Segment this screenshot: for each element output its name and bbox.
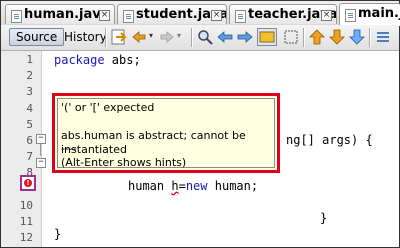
fold-line — [40, 144, 41, 156]
previous-bookmark-icon[interactable] — [309, 29, 325, 45]
java-file-icon — [123, 10, 134, 23]
next-bookmark-icon[interactable] — [329, 29, 345, 45]
line-number: 6 — [26, 134, 33, 147]
tab-human-java[interactable]: human.java × — [5, 4, 115, 24]
line-number: 5 — [26, 118, 33, 131]
close-icon[interactable]: × — [321, 10, 332, 21]
java-file-icon — [235, 10, 246, 23]
java-file-icon — [11, 10, 22, 23]
code-line-9[interactable]: human h=new human; — [128, 179, 258, 193]
close-icon[interactable]: × — [211, 10, 222, 21]
toolbar-separator — [105, 28, 106, 47]
tooltip-line-3: ---- — [61, 142, 77, 155]
line-number: 7 — [26, 150, 33, 163]
line-number: 12 — [19, 231, 33, 244]
find-previous-icon[interactable] — [217, 29, 233, 45]
tab-bar: human.java × student.java × teacher.java… — [1, 1, 400, 26]
shift-left-icon[interactable] — [375, 29, 391, 45]
tooltip-line-4: (Alt-Enter shows hints) — [61, 156, 187, 169]
tab-main-java[interactable]: main.java — [339, 3, 400, 26]
find-icon[interactable] — [197, 29, 213, 45]
toolbar-separator — [191, 28, 192, 47]
tooltip-line-1: '(' or '[' expected — [61, 101, 155, 114]
tab-teacher-java[interactable]: teacher.java × — [229, 4, 337, 24]
line-number: 11 — [19, 215, 33, 228]
find-next-icon[interactable] — [237, 29, 253, 45]
back-icon[interactable] — [131, 29, 147, 45]
toggle-rectangular-selection-icon[interactable] — [283, 29, 299, 45]
source-button[interactable]: Source — [9, 28, 65, 46]
toggle-bookmark-icon[interactable] — [349, 29, 365, 45]
line-number-gutter: 1 2 3 4 5 6 7 8 10 11 12 — [1, 51, 42, 247]
fold-collapse-icon[interactable]: − — [36, 134, 46, 144]
forward-icon[interactable] — [159, 29, 175, 45]
toggle-highlight-icon[interactable] — [257, 28, 277, 46]
chevron-down-icon[interactable]: ▾ — [177, 31, 181, 40]
tooltip-line-2: abs.human is abstract; cannot be instant… — [61, 129, 246, 156]
chevron-down-icon[interactable]: ▾ — [149, 31, 153, 40]
tab-student-java[interactable]: student.java × — [117, 4, 227, 24]
last-edit-icon[interactable] — [111, 29, 127, 45]
code-line-11[interactable]: } — [320, 211, 327, 225]
toolbar-separator — [303, 28, 304, 47]
editor-toolbar: Source History ▾ ▾ — [1, 25, 399, 51]
error-annotation-icon[interactable]: ! — [20, 175, 36, 191]
error-tooltip: '(' or '[' expected abs.human is abstrac… — [52, 93, 280, 173]
code-line-12[interactable]: } — [54, 227, 61, 241]
line-number: 2 — [26, 69, 33, 82]
code-line-6[interactable]: ng[] args) { — [286, 133, 373, 147]
fold-collapse-icon[interactable]: − — [36, 158, 46, 168]
line-number: 4 — [26, 102, 33, 115]
java-file-icon — [345, 9, 356, 22]
close-icon[interactable]: × — [99, 10, 110, 21]
line-number: 1 — [26, 53, 33, 66]
line-number: 3 — [26, 85, 33, 98]
line-number: 10 — [19, 199, 33, 212]
code-line-1[interactable]: package abs; — [54, 53, 141, 67]
toolbar-separator — [369, 28, 370, 47]
